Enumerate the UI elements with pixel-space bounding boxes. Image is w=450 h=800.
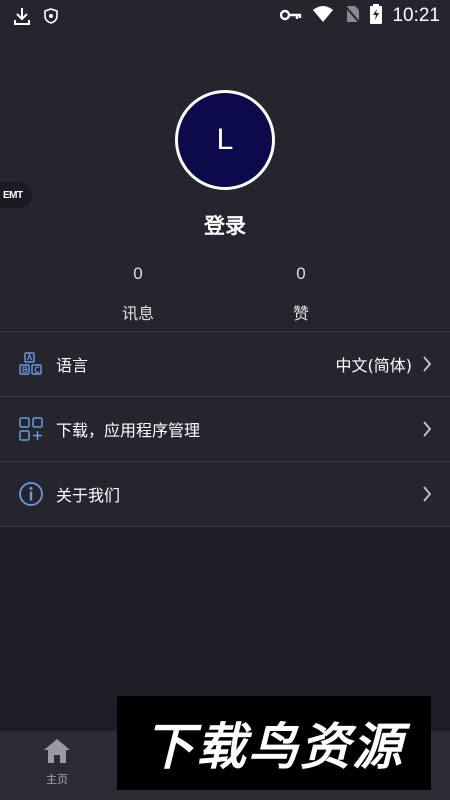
profile-header: EMT L 登录 0 讯息 0 赞	[0, 32, 450, 330]
nav-home[interactable]: 主页	[30, 737, 84, 787]
clock: 10:21	[392, 5, 440, 26]
menu-item-language[interactable]: 语言 中文(简体)	[0, 332, 450, 397]
messages-label: 讯息	[121, 304, 154, 323]
shield-icon	[44, 8, 58, 28]
download-icon	[12, 6, 32, 30]
watermark: 下载鸟资源	[117, 696, 431, 790]
likes-count: 0	[296, 264, 306, 283]
chevron-right-icon	[422, 356, 432, 372]
messages-stat[interactable]: 0 讯息	[78, 264, 198, 324]
key-icon	[280, 7, 302, 26]
menu-item-about[interactable]: 关于我们	[0, 462, 450, 527]
status-bar: 10:21	[0, 0, 450, 32]
no-sim-icon	[344, 5, 361, 27]
login-button[interactable]: 登录	[0, 210, 450, 240]
menu-item-label: 关于我们	[56, 486, 121, 505]
wifi-icon	[312, 5, 334, 27]
chevron-right-icon	[422, 486, 432, 502]
avatar[interactable]: L	[175, 90, 275, 190]
menu-item-downloads[interactable]: 下载，应用程序管理	[0, 397, 450, 462]
battery-charging-icon	[370, 4, 383, 28]
home-icon	[44, 739, 70, 763]
language-icon	[18, 351, 44, 377]
likes-stat[interactable]: 0 赞	[241, 264, 361, 324]
emt-badge[interactable]: EMT	[0, 182, 32, 208]
language-value: 中文(简体)	[335, 356, 413, 375]
apps-grid-icon	[18, 416, 44, 442]
menu-item-label: 下载，应用程序管理	[56, 421, 201, 440]
likes-label: 赞	[292, 304, 309, 323]
messages-count: 0	[133, 264, 143, 283]
menu-item-label: 语言	[56, 356, 89, 375]
nav-home-label: 主页	[46, 773, 68, 786]
settings-menu: 语言 中文(简体) 下载，应用程序管理 关于我们	[0, 331, 450, 527]
chevron-right-icon	[422, 421, 432, 437]
info-icon	[18, 481, 44, 507]
